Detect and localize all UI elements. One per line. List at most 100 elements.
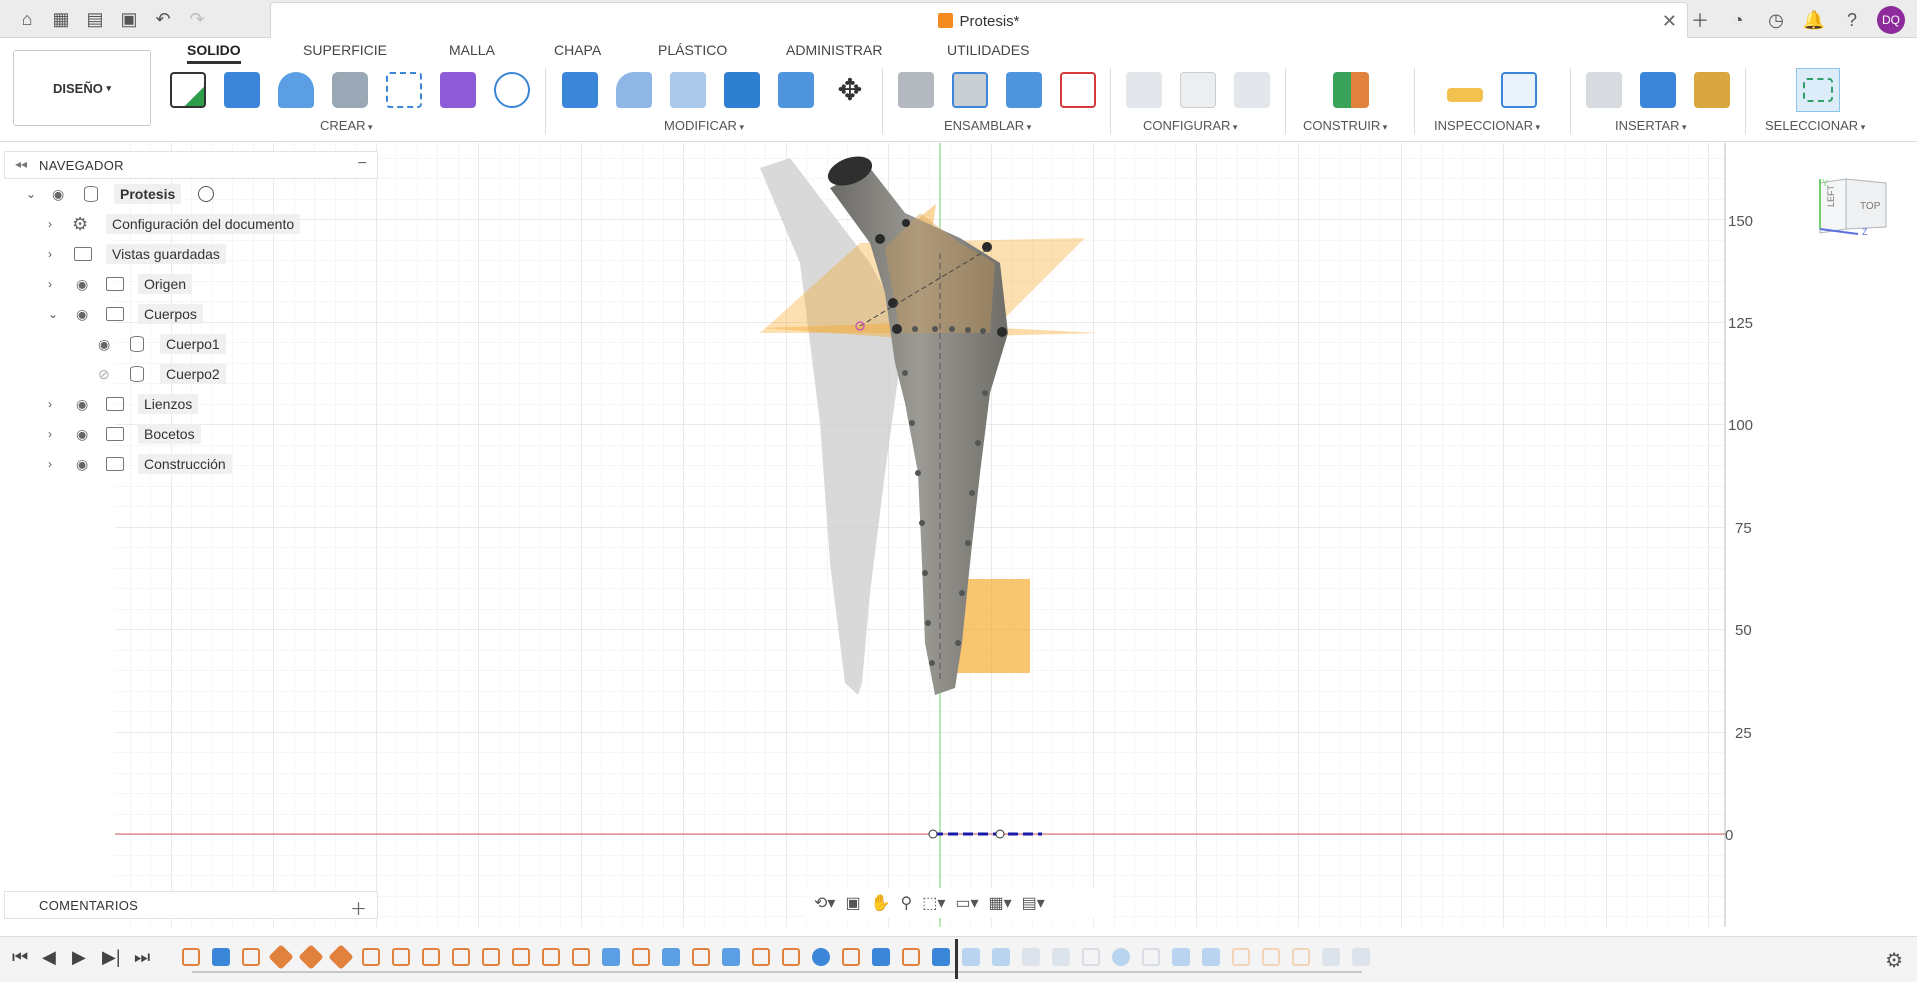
tree-item-origen[interactable]: › ◉ Origen — [0, 272, 200, 296]
comments-panel[interactable]: COMENTARIOS ＋ — [4, 891, 378, 919]
go-to-start-icon[interactable]: ⏮ — [12, 947, 28, 968]
timeline-plane-icon[interactable] — [268, 944, 294, 970]
eye-icon[interactable]: ◉ — [76, 396, 88, 413]
rigid-group-icon[interactable] — [1056, 68, 1100, 112]
timeline-sketch-icon[interactable] — [362, 948, 380, 966]
timeline-settings-gear-icon[interactable]: ⚙ — [1885, 948, 1903, 973]
tree-item-label[interactable]: Cuerpo2 — [160, 364, 226, 384]
extrude-icon[interactable] — [220, 68, 264, 112]
new-component-icon[interactable] — [894, 68, 938, 112]
eye-icon[interactable]: ◉ — [98, 336, 110, 353]
timeline-sketch-icon[interactable] — [392, 948, 410, 966]
apps-grid-icon[interactable]: ▦ — [48, 6, 74, 32]
fit-icon[interactable]: ⬚▾ — [922, 893, 945, 913]
timeline-sketch-icon[interactable] — [182, 948, 200, 966]
group-ensamblar[interactable]: ENSAMBLAR — [944, 118, 1031, 133]
tree-item-construccion[interactable]: › ◉ Construcción — [0, 452, 250, 476]
derive-icon[interactable] — [490, 68, 534, 112]
section-analysis-icon[interactable] — [1497, 68, 1541, 112]
tree-item-label[interactable]: Lienzos — [138, 394, 199, 414]
chevron-down-icon[interactable]: ⌄ — [48, 307, 58, 321]
redo-icon[interactable]: ↷ — [184, 6, 210, 32]
notifications-icon[interactable]: 🔔 — [1801, 7, 1827, 33]
chevron-down-icon[interactable]: ⌄ — [26, 187, 36, 201]
timeline-suppressed-icon[interactable] — [1232, 948, 1250, 966]
tree-item-label[interactable]: Bocetos — [138, 424, 201, 444]
pan-icon[interactable]: ✋ — [871, 893, 891, 913]
parameters-icon[interactable] — [1230, 68, 1274, 112]
tree-item-configuracion[interactable]: › ⚙ Configuración del documento — [0, 212, 330, 236]
timeline-sketch-icon[interactable] — [782, 948, 800, 966]
timeline-canvas-icon[interactable] — [212, 948, 230, 966]
chevron-right-icon[interactable]: › — [48, 277, 52, 291]
timeline-suppressed-icon[interactable] — [1052, 948, 1070, 966]
job-status-icon[interactable]: ◷ — [1763, 7, 1789, 33]
tree-item-label[interactable]: Origen — [138, 274, 193, 294]
fillet-icon[interactable] — [612, 68, 656, 112]
timeline-suppressed-icon[interactable] — [1082, 948, 1100, 966]
combine-icon[interactable] — [774, 68, 818, 112]
tab-utilidades[interactable]: UTILIDADES — [947, 42, 1029, 58]
display-settings-icon[interactable]: ▭▾ — [955, 893, 978, 913]
orbit-icon[interactable]: ⟲▾ — [814, 893, 835, 913]
revolve-icon[interactable] — [274, 68, 318, 112]
group-seleccionar[interactable]: SELECCIONAR — [1765, 118, 1865, 133]
timeline-suppressed-icon[interactable] — [1142, 948, 1160, 966]
group-insertar[interactable]: INSERTAR — [1615, 118, 1687, 133]
timeline-suppressed-icon[interactable] — [1322, 948, 1340, 966]
avatar[interactable]: DQ — [1877, 6, 1905, 34]
timeline-suppressed-icon[interactable] — [1292, 948, 1310, 966]
insert-derive-icon[interactable] — [1582, 68, 1626, 112]
tree-item-lienzos[interactable]: › ◉ Lienzos — [0, 392, 205, 416]
step-back-icon[interactable]: ◀ — [42, 947, 56, 968]
tree-item-bocetos[interactable]: › ◉ Bocetos — [0, 422, 210, 446]
tree-root[interactable]: ⌄ ◉ Protesis — [0, 182, 240, 206]
timeline-suppressed-icon[interactable] — [1022, 948, 1040, 966]
timeline-sketch-icon[interactable] — [752, 948, 770, 966]
tab-administrar[interactable]: ADMINISTRAR — [786, 42, 882, 58]
new-tab-icon[interactable]: ＋ — [1687, 7, 1713, 33]
chevron-right-icon[interactable]: › — [48, 247, 52, 261]
tab-malla[interactable]: MALLA — [449, 42, 495, 58]
timeline-combine-icon[interactable] — [932, 948, 950, 966]
timeline-extrude-icon[interactable] — [872, 948, 890, 966]
model-canvas[interactable]: 150 125 100 75 50 25 0 — [0, 143, 1917, 927]
timeline-sketch-icon[interactable] — [512, 948, 530, 966]
timeline-sketch-icon[interactable] — [482, 948, 500, 966]
timeline-sketch-icon[interactable] — [452, 948, 470, 966]
timeline-loft-icon[interactable] — [602, 948, 620, 966]
hole-icon[interactable] — [328, 68, 372, 112]
tree-item-label[interactable]: Cuerpo1 — [160, 334, 226, 354]
group-inspeccionar[interactable]: INSPECCIONAR — [1434, 118, 1540, 133]
tree-item-cuerpo2[interactable]: ⊘ Cuerpo2 — [0, 362, 235, 386]
timeline-revolve-icon[interactable] — [812, 948, 830, 966]
viewcube-graphic[interactable]: LEFT TOP Y Z — [1818, 177, 1890, 237]
timeline-plane-icon[interactable] — [328, 944, 354, 970]
joint-icon[interactable] — [948, 68, 992, 112]
move-icon[interactable]: ✥ — [828, 68, 872, 112]
viewports-icon[interactable]: ▤▾ — [1022, 893, 1045, 913]
chevron-right-icon[interactable]: › — [48, 397, 52, 411]
timeline-sketch-icon[interactable] — [422, 948, 440, 966]
timeline-sketch-icon[interactable] — [692, 948, 710, 966]
add-comment-icon[interactable]: ＋ — [350, 895, 367, 920]
group-construir[interactable]: CONSTRUIR — [1303, 118, 1387, 133]
document-tab[interactable]: Protesis* ✕ — [270, 2, 1688, 38]
chevron-right-icon[interactable]: › — [48, 457, 52, 471]
undo-icon[interactable]: ↶ — [150, 6, 176, 32]
timeline-suppressed-icon[interactable] — [1352, 948, 1370, 966]
tree-item-label[interactable]: Cuerpos — [138, 304, 203, 324]
tree-item-cuerpos[interactable]: ⌄ ◉ Cuerpos — [0, 302, 210, 326]
pattern-icon[interactable] — [382, 68, 426, 112]
browser-panel-header[interactable]: ◂◂ NAVEGADOR − — [4, 151, 378, 179]
tab-solido[interactable]: SOLIDO — [187, 42, 241, 64]
as-built-joint-icon[interactable] — [1002, 68, 1046, 112]
eye-icon[interactable]: ◉ — [76, 276, 88, 293]
offset-plane-icon[interactable] — [1329, 68, 1373, 112]
canvas-viewport[interactable]: 150 125 100 75 50 25 0 — [0, 143, 1917, 927]
create-form-icon[interactable] — [436, 68, 480, 112]
tree-item-vistas-guardadas[interactable]: › Vistas guardadas — [0, 242, 250, 266]
timeline-loft-icon[interactable] — [722, 948, 740, 966]
go-to-end-icon[interactable]: ⏭ — [134, 947, 150, 968]
tree-item-label[interactable]: Vistas guardadas — [106, 244, 226, 264]
